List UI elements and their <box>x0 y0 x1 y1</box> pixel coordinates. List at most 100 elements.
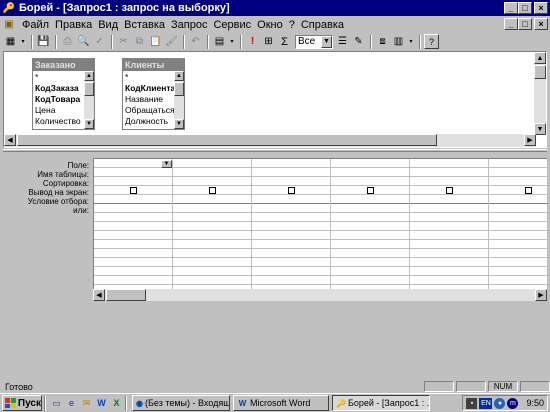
show-checkbox[interactable] <box>209 187 216 194</box>
scroll-thumb[interactable] <box>17 134 437 146</box>
table-pane[interactable]: Заказано * КодЗаказа КодТовара Цена Коли… <box>3 51 547 148</box>
field-item[interactable]: * <box>125 72 175 83</box>
scroll-right-icon[interactable]: ▶ <box>535 289 547 301</box>
task-outlook[interactable]: ◉ (Без темы) - Входящ... <box>132 395 230 411</box>
view-dropdown-icon[interactable]: ▾ <box>19 34 27 49</box>
task-word[interactable]: W Microsoft Word <box>233 395 329 411</box>
menu-edit[interactable]: Правка <box>52 19 95 31</box>
minimize-button[interactable]: _ <box>504 2 518 14</box>
scroll-up-icon[interactable]: ▲ <box>174 71 184 81</box>
field-list-scrollbar[interactable]: ▲ ▼ <box>84 71 94 129</box>
doc-maximize-button[interactable]: □ <box>518 18 532 30</box>
copy-icon[interactable]: ⧉ <box>132 34 147 49</box>
scroll-left-icon[interactable]: ◀ <box>93 289 105 301</box>
scroll-thumb[interactable] <box>534 65 546 79</box>
design-grid-horizontal-scrollbar[interactable]: ◀ ▶ <box>93 289 547 301</box>
start-button[interactable]: Пуск <box>2 395 42 411</box>
show-checkbox[interactable] <box>288 187 295 194</box>
menu-query[interactable]: Запрос <box>168 19 210 31</box>
scroll-thumb[interactable] <box>106 289 146 301</box>
maximize-button[interactable]: □ <box>518 2 532 14</box>
menu-help-mark[interactable]: ? <box>286 19 298 31</box>
query-type-icon[interactable]: ▤ <box>212 34 227 49</box>
menu-help[interactable]: Справка <box>298 19 347 31</box>
print-icon[interactable]: ⎙ <box>60 34 75 49</box>
build-icon[interactable]: ✎ <box>351 34 366 49</box>
cut-icon[interactable]: ✂ <box>116 34 131 49</box>
properties-icon[interactable]: ☰ <box>335 34 350 49</box>
doc-close-button[interactable]: × <box>534 18 548 30</box>
new-object-dropdown-icon[interactable]: ▾ <box>407 34 415 49</box>
show-desktop-icon[interactable]: ▭ <box>50 397 63 410</box>
grid-column[interactable] <box>489 159 550 290</box>
network-icon[interactable]: ▪ <box>466 397 478 409</box>
language-indicator[interactable]: EN <box>479 397 493 409</box>
field-item-key[interactable]: КодКлиента <box>125 83 175 94</box>
word-icon[interactable]: W <box>95 397 108 410</box>
messenger-icon[interactable]: ● <box>494 397 506 409</box>
field-list-scrollbar[interactable]: ▲ ▼ <box>174 71 184 129</box>
outlook-express-icon[interactable]: ✉ <box>80 397 93 410</box>
top-values-combo[interactable]: Все ▼ <box>295 34 333 49</box>
field-item-key[interactable]: КодТовара <box>35 94 85 105</box>
scroll-thumb[interactable] <box>84 82 94 96</box>
design-grid[interactable]: ▼ <box>93 158 550 290</box>
doc-minimize-button[interactable]: _ <box>504 18 518 30</box>
paste-icon[interactable]: 📋 <box>148 34 163 49</box>
database-window-icon[interactable]: ⧈ <box>375 34 390 49</box>
table-box-customers[interactable]: Клиенты * КодКлиента Название Обращаться… <box>122 58 185 130</box>
run-icon[interactable]: ! <box>245 34 260 49</box>
field-item[interactable]: Название <box>125 94 175 105</box>
grid-column[interactable] <box>331 159 410 290</box>
new-object-icon[interactable]: ▥ <box>391 34 406 49</box>
field-item-key[interactable]: КодЗаказа <box>35 83 85 94</box>
field-item[interactable]: Должность <box>125 116 175 127</box>
table-pane-vertical-scrollbar[interactable]: ▲ ▼ <box>534 52 546 135</box>
spelling-icon[interactable]: ✓ <box>92 34 107 49</box>
field-item[interactable]: Количество <box>35 116 85 127</box>
scroll-down-icon[interactable]: ▼ <box>84 119 94 129</box>
scroll-right-icon[interactable]: ▶ <box>524 134 536 146</box>
field-dropdown-icon[interactable]: ▼ <box>161 160 172 168</box>
task-access[interactable]: 🔑 Борей - [Запрос1 : ... <box>332 395 430 411</box>
menu-view[interactable]: Вид <box>95 19 121 31</box>
menu-file[interactable]: Файл <box>19 19 52 31</box>
title-bar[interactable]: 🔑 Борей - [Запрос1 : запрос на выборку] … <box>0 0 550 16</box>
pane-splitter[interactable] <box>3 149 547 152</box>
grid-column[interactable] <box>94 159 173 290</box>
table-title[interactable]: Заказано <box>33 59 94 71</box>
format-painter-icon[interactable]: 🖌 <box>164 34 179 49</box>
menu-insert[interactable]: Вставка <box>121 19 168 31</box>
save-icon[interactable]: 💾 <box>36 34 51 49</box>
show-checkbox[interactable] <box>367 187 374 194</box>
scroll-up-icon[interactable]: ▲ <box>84 71 94 81</box>
table-pane-horizontal-scrollbar[interactable]: ◀ ▶ <box>4 134 536 147</box>
undo-icon[interactable]: ↶ <box>188 34 203 49</box>
show-checkbox[interactable] <box>446 187 453 194</box>
show-table-icon[interactable]: ⊞ <box>261 34 276 49</box>
scroll-down-icon[interactable]: ▼ <box>174 119 184 129</box>
scroll-up-icon[interactable]: ▲ <box>534 52 546 64</box>
scroll-thumb[interactable] <box>174 82 184 96</box>
field-item[interactable]: * <box>35 72 85 83</box>
grid-column[interactable] <box>410 159 489 290</box>
grid-column[interactable] <box>173 159 252 290</box>
close-button[interactable]: × <box>534 2 548 14</box>
excel-icon[interactable]: X <box>110 397 123 410</box>
show-checkbox[interactable] <box>525 187 532 194</box>
office-assistant-icon[interactable]: ? <box>424 34 439 49</box>
table-box-orders-details[interactable]: Заказано * КодЗаказа КодТовара Цена Коли… <box>32 58 95 130</box>
top-values-dropdown-icon[interactable]: ▼ <box>321 35 332 48</box>
print-preview-icon[interactable]: 🔍 <box>76 34 91 49</box>
document-icon[interactable]: ▣ <box>2 18 16 31</box>
view-icon[interactable]: ▦ <box>3 34 18 49</box>
scroll-left-icon[interactable]: ◀ <box>4 134 16 146</box>
query-type-dropdown-icon[interactable]: ▾ <box>228 34 236 49</box>
internet-explorer-icon[interactable]: e <box>65 397 78 410</box>
field-item[interactable]: Цена <box>35 105 85 116</box>
show-checkbox[interactable] <box>130 187 137 194</box>
menu-window[interactable]: Окно <box>254 19 286 31</box>
table-title[interactable]: Клиенты <box>123 59 184 71</box>
totals-icon[interactable]: Σ <box>277 34 292 49</box>
field-item[interactable]: ОбращатьсяК <box>125 105 175 116</box>
